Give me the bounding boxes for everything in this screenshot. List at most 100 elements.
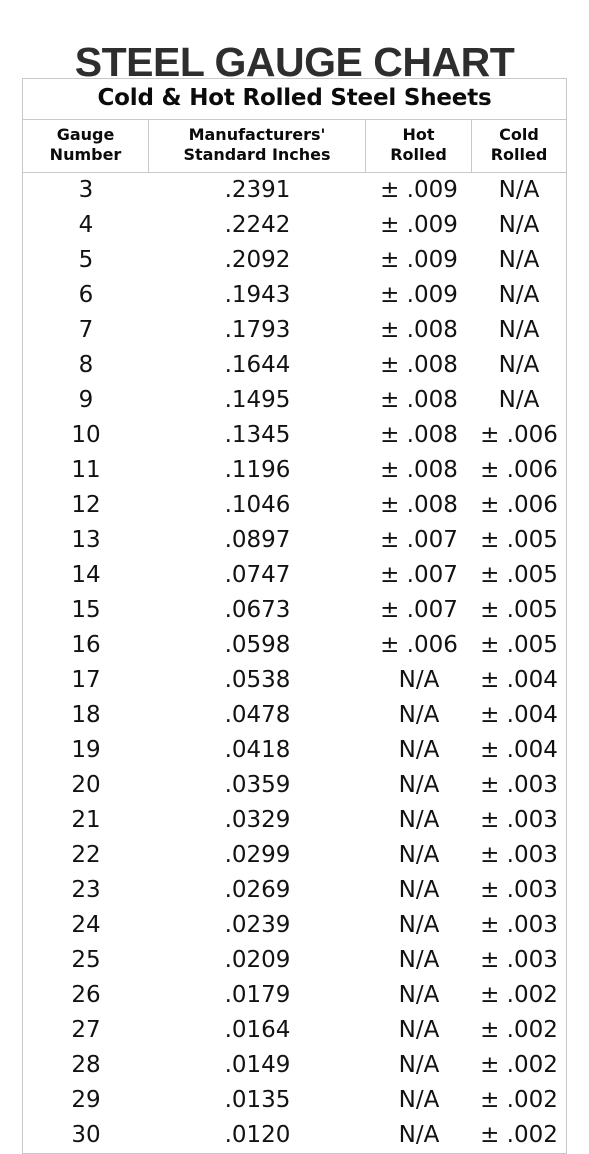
cell-hot-rolled: N/A (398, 667, 440, 693)
cell-standard-inches: .1046 (224, 492, 291, 518)
cell-hot-rolled: N/A (398, 842, 440, 868)
cell-cold-rolled: N/A (498, 387, 540, 413)
cell-standard-inches: .0538 (224, 667, 291, 693)
cell-gauge-number: 9 (78, 387, 94, 413)
cell-cold-rolled: ± .004 (480, 702, 558, 728)
cell-standard-inches: .0897 (224, 527, 291, 553)
cell-hot-rolled: ± .008 (380, 422, 458, 448)
table-row: 6 .1943 ± .009 N/A (23, 278, 566, 313)
cell-gauge-number: 13 (71, 527, 101, 553)
cell-hot-rolled: ± .009 (380, 212, 458, 238)
cell-hot-rolled: N/A (398, 1052, 440, 1078)
cell-cold-rolled: ± .005 (480, 527, 558, 553)
cell-cold-rolled: ± .005 (480, 632, 558, 658)
table-body: 3 .2391 ± .009 N/A 4 .2242 ± .009 N/A 5 .2092 ± .0… (23, 173, 566, 1153)
column-header-gauge-number-line2: Number (49, 145, 122, 164)
cell-standard-inches: .0179 (224, 982, 291, 1008)
table-row: 12 .1046 ± .008 ± .006 (23, 488, 566, 523)
cell-cold-rolled: ± .003 (480, 947, 558, 973)
cell-standard-inches: .0598 (224, 632, 291, 658)
table-row: 28 .0149 N/A ± .002 (23, 1048, 566, 1083)
cell-standard-inches: .0239 (224, 912, 291, 938)
cell-standard-inches: .0149 (224, 1052, 291, 1078)
cell-standard-inches: .1644 (224, 352, 291, 378)
cell-cold-rolled: ± .003 (480, 912, 558, 938)
cell-cold-rolled: ± .002 (480, 1017, 558, 1043)
table-row: 9 .1495 ± .008 N/A (23, 383, 566, 418)
column-header-hot-rolled-line1: Hot (402, 125, 435, 144)
cell-hot-rolled: N/A (398, 877, 440, 903)
cell-standard-inches: .1943 (224, 282, 291, 308)
table-row: 5 .2092 ± .009 N/A (23, 243, 566, 278)
cell-standard-inches: .2391 (224, 177, 291, 203)
cell-gauge-number: 24 (71, 912, 101, 938)
table-row: 20 .0359 N/A ± .003 (23, 768, 566, 803)
cell-cold-rolled: ± .006 (480, 492, 558, 518)
column-header-standard-inches: Manufacturers' Standard Inches (149, 120, 366, 173)
table-row: 4 .2242 ± .009 N/A (23, 208, 566, 243)
cell-hot-rolled: N/A (398, 912, 440, 938)
table-row: 25 .0209 N/A ± .003 (23, 943, 566, 978)
cell-gauge-number: 19 (71, 737, 101, 763)
cell-standard-inches: .2242 (224, 212, 291, 238)
gauge-table-frame: Cold & Hot Rolled Steel Sheets Gauge Num… (22, 78, 567, 1154)
cell-gauge-number: 21 (71, 807, 101, 833)
cell-hot-rolled: N/A (398, 772, 440, 798)
cell-standard-inches: .0299 (224, 842, 291, 868)
cell-cold-rolled: ± .004 (480, 737, 558, 763)
cell-standard-inches: .0418 (224, 737, 291, 763)
table-row: 29 .0135 N/A ± .002 (23, 1083, 566, 1118)
table-row: 22 .0299 N/A ± .003 (23, 838, 566, 873)
table-row: 14 .0747 ± .007 ± .005 (23, 558, 566, 593)
cell-cold-rolled: ± .003 (480, 842, 558, 868)
table-row: 23 .0269 N/A ± .003 (23, 873, 566, 908)
cell-cold-rolled: ± .003 (480, 807, 558, 833)
cell-cold-rolled: ± .003 (480, 877, 558, 903)
cell-hot-rolled: ± .007 (380, 597, 458, 623)
cell-gauge-number: 27 (71, 1017, 101, 1043)
cell-gauge-number: 26 (71, 982, 101, 1008)
column-header-gauge-number-line1: Gauge (56, 125, 115, 144)
cell-hot-rolled: N/A (398, 807, 440, 833)
cell-standard-inches: .0359 (224, 772, 291, 798)
table-row: 16 .0598 ± .006 ± .005 (23, 628, 566, 663)
table-row: 30 .0120 N/A ± .002 (23, 1118, 566, 1153)
cell-standard-inches: .0747 (224, 562, 291, 588)
cell-hot-rolled: ± .009 (380, 247, 458, 273)
column-header-cold-rolled-line2: Rolled (490, 145, 548, 164)
subtitle-row: Cold & Hot Rolled Steel Sheets (23, 79, 566, 120)
cell-hot-rolled: ± .009 (380, 177, 458, 203)
cell-cold-rolled: ± .004 (480, 667, 558, 693)
cell-hot-rolled: N/A (398, 947, 440, 973)
cell-gauge-number: 16 (71, 632, 101, 658)
cell-hot-rolled: N/A (398, 982, 440, 1008)
cell-gauge-number: 15 (71, 597, 101, 623)
cell-hot-rolled: ± .009 (380, 282, 458, 308)
cell-hot-rolled: N/A (398, 1122, 440, 1148)
table-row: 3 .2391 ± .009 N/A (23, 173, 566, 208)
table-row: 21 .0329 N/A ± .003 (23, 803, 566, 838)
cell-gauge-number: 18 (71, 702, 101, 728)
cell-standard-inches: .1345 (224, 422, 291, 448)
cell-hot-rolled: ± .006 (380, 632, 458, 658)
cell-gauge-number: 6 (78, 282, 94, 308)
table-row: 15 .0673 ± .007 ± .005 (23, 593, 566, 628)
table-subtitle: Cold & Hot Rolled Steel Sheets (23, 79, 566, 120)
cell-gauge-number: 8 (78, 352, 94, 378)
cell-cold-rolled: N/A (498, 212, 540, 238)
cell-gauge-number: 7 (78, 317, 94, 343)
cell-hot-rolled: N/A (398, 737, 440, 763)
cell-gauge-number: 29 (71, 1087, 101, 1113)
steel-gauge-chart-page: STEEL GAUGE CHART Cold & Hot Rolled Stee… (0, 0, 589, 1154)
cell-standard-inches: .1793 (224, 317, 291, 343)
cell-gauge-number: 11 (71, 457, 101, 483)
cell-cold-rolled: ± .005 (480, 562, 558, 588)
cell-standard-inches: .0269 (224, 877, 291, 903)
table-row: 13 .0897 ± .007 ± .005 (23, 523, 566, 558)
cell-standard-inches: .1495 (224, 387, 291, 413)
cell-cold-rolled: N/A (498, 177, 540, 203)
column-header-standard-inches-line1: Manufacturers' (188, 125, 326, 144)
cell-cold-rolled: N/A (498, 352, 540, 378)
cell-gauge-number: 23 (71, 877, 101, 903)
cell-gauge-number: 30 (71, 1122, 101, 1148)
